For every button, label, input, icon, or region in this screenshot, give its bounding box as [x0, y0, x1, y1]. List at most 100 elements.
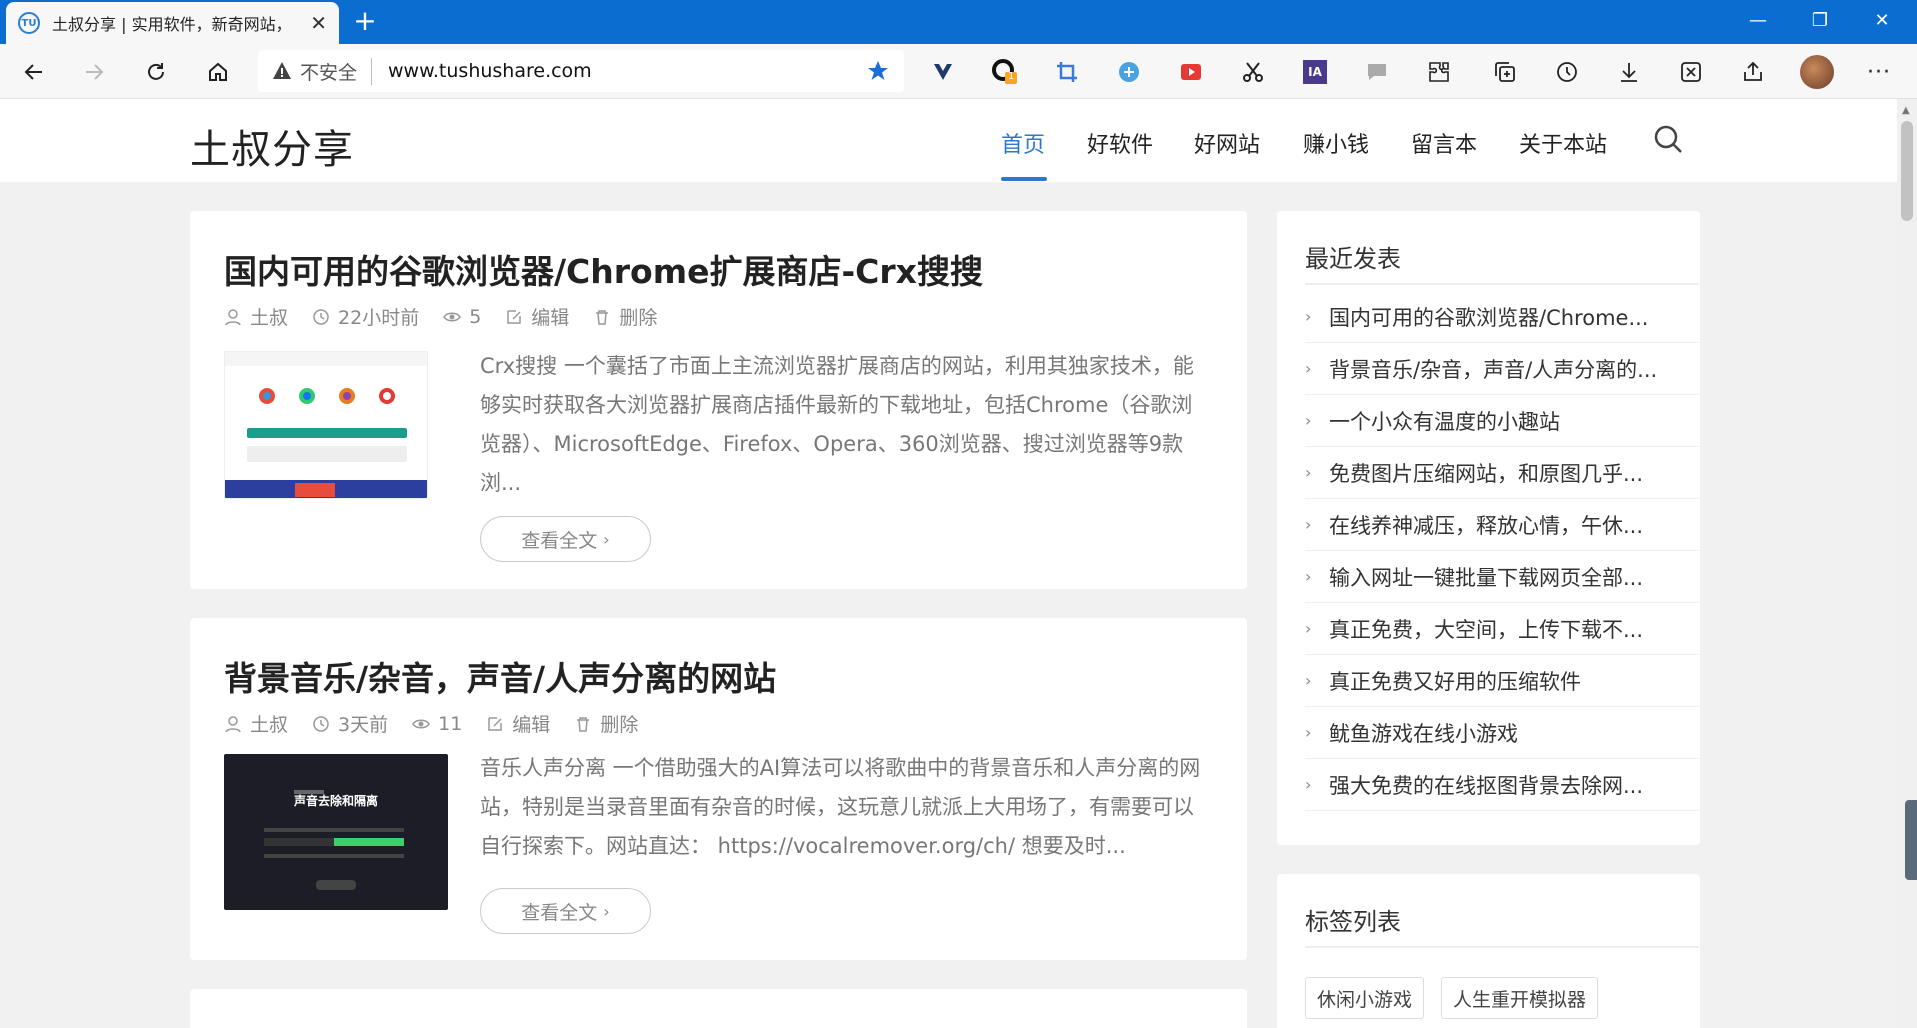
recent-post-title[interactable]: 强大免费的在线抠图背景去除网... [1329, 770, 1643, 800]
extension-badge-icon[interactable]: 1 [990, 57, 1020, 87]
post-title[interactable]: 背景音乐/杂音，声音/人声分离的网站 [224, 652, 776, 700]
recent-post-title[interactable]: 鱿鱼游戏在线小游戏 [1329, 718, 1518, 748]
browser-tab[interactable]: TU 土叔分享 | 实用软件，新奇网站， ✕ [6, 2, 339, 44]
post-views: 5 [469, 305, 482, 328]
edit-icon [488, 716, 503, 731]
recent-post-item[interactable]: › 真正免费，大空间，上传下载不... [1305, 603, 1699, 655]
widget-title: 标签列表 [1305, 908, 1401, 936]
read-more-button[interactable]: 查看全文 › [480, 516, 651, 562]
recent-post-title[interactable]: 真正免费又好用的压缩软件 [1329, 666, 1581, 696]
tab-close-icon[interactable]: ✕ [310, 11, 327, 35]
widget-title: 最近发表 [1305, 245, 1401, 273]
tag-item[interactable]: 休闲小游戏 [1305, 977, 1425, 1019]
extension-video-icon[interactable] [1176, 57, 1206, 87]
recent-post-item[interactable]: › 背景音乐/杂音，声音/人声分离的... [1305, 343, 1699, 395]
scroll-up-icon[interactable]: ▲ [1902, 105, 1910, 116]
post-edit-link[interactable]: 编辑 [512, 710, 550, 737]
extension-crop-icon[interactable] [1052, 57, 1082, 87]
delete-meta[interactable]: 删除 [593, 303, 657, 330]
post-thumbnail[interactable]: 声音去除和隔离 [224, 754, 448, 910]
recent-posts-widget: 最近发表 › 国内可用的谷歌浏览器/Chrome... › 背景音乐/杂音，声音/人… [1277, 211, 1700, 845]
post-author[interactable]: 土叔 [250, 710, 288, 737]
favorite-star-icon[interactable] [866, 59, 890, 83]
recent-post-item[interactable]: › 输入网址一键批量下载网页全部... [1305, 551, 1699, 603]
recent-post-item[interactable]: › 国内可用的谷歌浏览器/Chrome... [1305, 291, 1699, 343]
tab-title: 土叔分享 | 实用软件，新奇网站， [52, 15, 292, 34]
back-icon[interactable] [18, 56, 50, 88]
recent-post-item[interactable]: › 在线养神减压，释放心情，午休... [1305, 499, 1699, 551]
edit-meta[interactable]: 编辑 [486, 710, 550, 737]
site-logo[interactable]: 土叔分享 [190, 117, 354, 175]
address-bar[interactable]: 不安全 www.tushushare.com [258, 50, 904, 92]
recent-post-title[interactable]: 真正免费，大空间，上传下载不... [1329, 614, 1643, 644]
read-more-button[interactable]: 查看全文 › [480, 888, 651, 934]
recent-post-item[interactable]: › 免费图片压缩网站，和原图几乎... [1305, 447, 1699, 499]
clock-icon [313, 715, 329, 732]
recent-post-title[interactable]: 国内可用的谷歌浏览器/Chrome... [1329, 302, 1648, 332]
insecure-label: 不安全 [300, 57, 373, 85]
post-delete-link[interactable]: 删除 [619, 303, 657, 330]
post-meta: 土叔 22小时前 5 编辑 删除 [224, 303, 681, 330]
extension-y-icon[interactable] [928, 57, 958, 87]
nav-about[interactable]: 关于本站 [1519, 127, 1607, 159]
recent-post-item[interactable]: › 鱿鱼游戏在线小游戏 [1305, 707, 1699, 759]
nav-guestbook[interactable]: 留言本 [1411, 127, 1477, 159]
profile-avatar[interactable] [1800, 55, 1834, 89]
recent-post-item[interactable]: › 真正免费又好用的压缩软件 [1305, 655, 1699, 707]
extension-chat-icon[interactable] [1362, 57, 1392, 87]
new-tab-icon[interactable]: + [350, 6, 380, 36]
extension-scissors-icon[interactable] [1238, 57, 1268, 87]
edit-meta[interactable]: 编辑 [505, 303, 569, 330]
post-edit-link[interactable]: 编辑 [531, 303, 569, 330]
post-thumbnail[interactable] [224, 351, 428, 499]
math-solver-icon[interactable] [1676, 57, 1706, 87]
recent-post-title[interactable]: 在线养神减压，释放心情，午休... [1329, 510, 1643, 540]
recent-post-title[interactable]: 背景音乐/杂音，声音/人声分离的... [1329, 354, 1657, 384]
scrollbar-thumb[interactable] [1901, 121, 1913, 221]
nav-software[interactable]: 好软件 [1087, 127, 1153, 159]
home-icon[interactable] [202, 56, 234, 88]
post-time: 3天前 [338, 714, 389, 736]
refresh-icon[interactable] [140, 56, 172, 88]
recent-posts-list: › 国内可用的谷歌浏览器/Chrome... › 背景音乐/杂音，声音/人声分离的.… [1305, 291, 1699, 811]
nav-earn[interactable]: 赚小钱 [1303, 127, 1369, 159]
collections-icon[interactable] [1490, 57, 1520, 87]
url-text[interactable]: www.tushushare.com [388, 60, 866, 82]
recent-post-title[interactable]: 一个小众有温度的小趣站 [1329, 406, 1560, 436]
extensions-puzzle-icon[interactable] [1424, 57, 1454, 87]
more-menu-icon[interactable]: ··· [1864, 57, 1894, 87]
share-icon[interactable] [1738, 57, 1768, 87]
user-icon [225, 308, 241, 325]
forward-icon[interactable] [78, 56, 110, 88]
page-scrollbar[interactable]: ▲ [1897, 99, 1917, 1028]
extension-ia-icon[interactable]: IA [1300, 57, 1330, 87]
chevron-right-icon: › [1305, 619, 1312, 638]
recent-post-item[interactable]: › 强大免费的在线抠图背景去除网... [1305, 759, 1699, 811]
post-author[interactable]: 土叔 [250, 303, 288, 330]
extension-circle-icon[interactable] [1114, 57, 1144, 87]
restore-icon[interactable]: ❐ [1789, 0, 1851, 44]
chevron-right-icon: › [1305, 463, 1312, 482]
web-page: 土叔分享 首页 好软件 好网站 赚小钱 留言本 关于本站 国内可用的谷歌浏览器/… [0, 99, 1897, 1028]
nav-websites[interactable]: 好网站 [1194, 127, 1260, 159]
chevron-right-icon: › [1305, 515, 1312, 534]
post-title[interactable]: 国内可用的谷歌浏览器/Chrome扩展商店-Crx搜搜 [224, 245, 983, 293]
nav-home[interactable]: 首页 [1001, 127, 1045, 159]
trash-icon [577, 716, 590, 732]
delete-meta[interactable]: 删除 [574, 710, 638, 737]
recent-post-item[interactable]: › 一个小众有温度的小趣站 [1305, 395, 1699, 447]
recent-post-title[interactable]: 免费图片压缩网站，和原图几乎... [1329, 458, 1643, 488]
recent-post-title[interactable]: 输入网址一键批量下载网页全部... [1329, 562, 1643, 592]
downloads-icon[interactable] [1614, 57, 1644, 87]
views-meta: 5 [443, 306, 481, 328]
post-delete-link[interactable]: 删除 [600, 710, 638, 737]
tag-item[interactable]: 人生重开模拟器 [1441, 977, 1599, 1019]
chevron-right-icon: › [603, 901, 610, 921]
side-panel-handle[interactable] [1905, 800, 1917, 880]
chevron-right-icon: › [1305, 567, 1312, 586]
search-icon[interactable] [1652, 123, 1684, 155]
minimize-icon[interactable]: — [1727, 0, 1789, 44]
post-meta: 土叔 3天前 11 编辑 删除 [224, 710, 662, 737]
history-icon[interactable] [1552, 57, 1582, 87]
close-window-icon[interactable]: ✕ [1851, 0, 1913, 44]
